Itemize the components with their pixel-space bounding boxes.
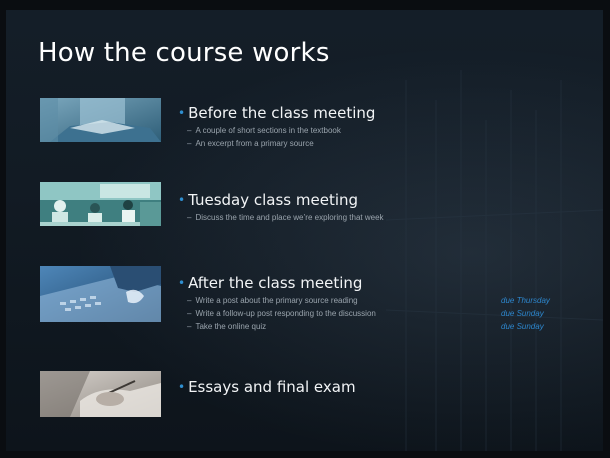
person-reading-book-image — [40, 98, 161, 142]
section-heading: • After the class meeting — [178, 274, 597, 292]
heading-text: After the class meeting — [188, 274, 363, 292]
bullet-icon: • — [178, 380, 186, 394]
section-heading: • Essays and final exam — [178, 378, 356, 396]
writing-on-paper-image — [40, 371, 161, 417]
slide-title: How the course works — [38, 38, 330, 68]
due-label: due Thursday — [501, 296, 550, 305]
section-before-class: • Before the class meeting – A couple of s… — [178, 104, 597, 148]
bullet-icon: • — [178, 193, 186, 207]
list-item: – An excerpt from a primary source — [187, 139, 314, 148]
classroom-meeting-image — [40, 182, 161, 226]
list-item: – Write a follow-up post responding to th… — [187, 309, 544, 318]
list-item: – Take the online quiz due Sunday — [187, 322, 544, 331]
section-heading: • Tuesday class meeting — [178, 191, 597, 209]
list-item: – A couple of short sections in the textb… — [187, 126, 341, 135]
heading-text: Before the class meeting — [188, 104, 376, 122]
due-label: due Sunday — [501, 322, 544, 331]
slide: How the course works • Before the class m… — [6, 10, 603, 451]
section-after-class: • After the class meeting – Write a post a… — [178, 274, 597, 331]
section-tuesday-class: • Tuesday class meeting – Discuss the time… — [178, 191, 597, 222]
section-essays-exam: • Essays and final exam — [178, 378, 356, 396]
due-label: due Sunday — [501, 309, 544, 318]
heading-text: Tuesday class meeting — [188, 191, 359, 209]
bullet-icon: • — [178, 276, 186, 290]
typing-on-laptop-image — [40, 266, 161, 322]
list-item: – Discuss the time and place we’re explor… — [187, 213, 384, 222]
heading-text: Essays and final exam — [188, 378, 356, 396]
list-item: – Write a post about the primary source r… — [187, 296, 550, 305]
bullet-icon: • — [178, 106, 186, 120]
section-heading: • Before the class meeting — [178, 104, 597, 122]
